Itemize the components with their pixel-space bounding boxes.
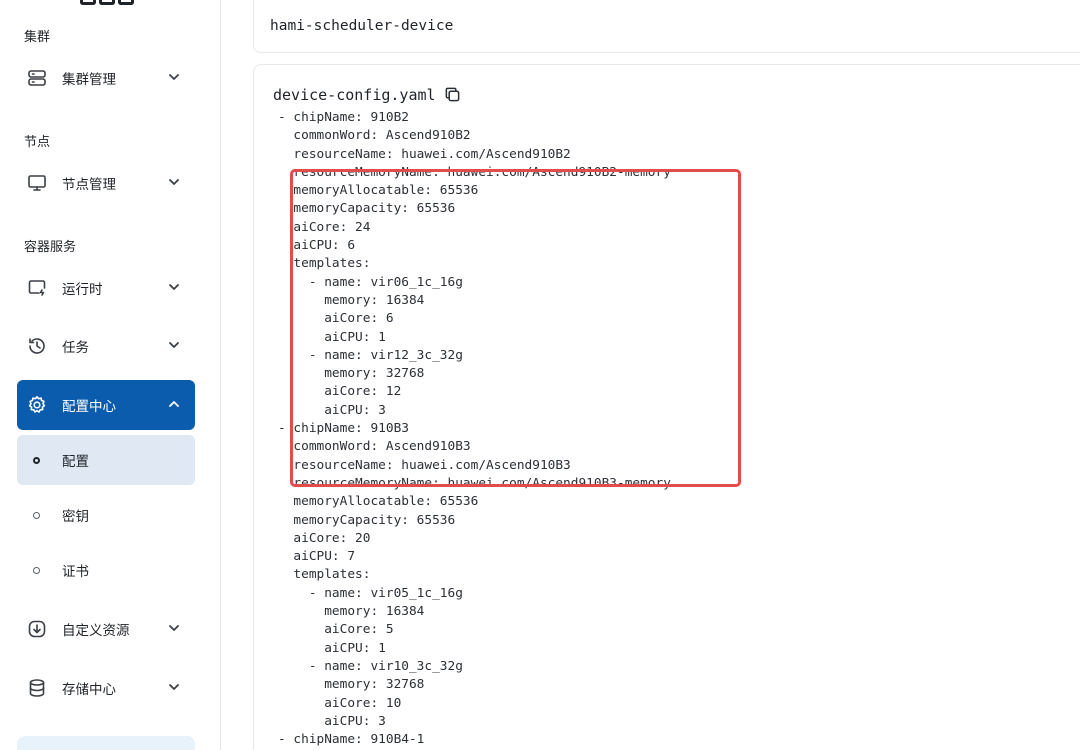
- sidebar: 集群 集群管理 节点 节点管理 容器服务 运行时 任务 配置中心 配置 密钥 证…: [0, 0, 221, 750]
- sidebar-item-tasks[interactable]: 任务: [17, 321, 195, 371]
- bullet-icon: [33, 511, 40, 519]
- sidebar-subitem-secret[interactable]: 密钥: [17, 490, 195, 540]
- yaml-line: aiCPU: 6: [278, 238, 356, 254]
- chevron-down-icon: [167, 338, 181, 352]
- file-title: device-config.yaml: [273, 86, 462, 104]
- yaml-line: - chipName: 910B4-1: [278, 732, 425, 748]
- file-name: device-config.yaml: [273, 86, 436, 104]
- yaml-line: memory: 16384: [278, 604, 425, 620]
- gear-icon: [26, 394, 48, 416]
- yaml-content: - chipName: 910B2 commonWord: Ascend910B…: [278, 109, 671, 749]
- sidebar-item-label: 运行时: [62, 282, 103, 298]
- chevron-down-icon: [167, 280, 181, 294]
- sidebar-item-storage-center[interactable]: 存储中心: [17, 663, 195, 713]
- server-icon: [26, 67, 48, 89]
- yaml-line: resourceName: huawei.com/Ascend910B2: [278, 146, 571, 162]
- sidebar-item-label: 节点管理: [62, 177, 116, 193]
- yaml-line: - chipName: 910B2: [278, 110, 409, 125]
- sidebar-item-config-center[interactable]: 配置中心: [17, 380, 195, 430]
- sidebar-item-custom-resource[interactable]: 自定义资源: [17, 604, 195, 654]
- sidebar-subitem-label: 密钥: [62, 509, 89, 525]
- chevron-down-icon: [167, 70, 181, 84]
- sidebar-subitem-label: 证书: [62, 564, 89, 580]
- yaml-line: aiCore: 5: [278, 622, 394, 638]
- yaml-line: - name: vir05_1c_16g: [278, 585, 463, 601]
- bullet-icon: [33, 566, 40, 574]
- sidebar-item-label: 集群管理: [62, 72, 116, 88]
- yaml-line: memoryAllocatable: 65536: [278, 183, 479, 199]
- yaml-line: resourceMemoryName: huawei.com/Ascend910…: [278, 164, 671, 180]
- yaml-line: - chipName: 910B3: [278, 421, 409, 437]
- yaml-line: memoryCapacity: 65536: [278, 512, 456, 528]
- chevron-up-icon: [167, 397, 181, 411]
- yaml-line: aiCPU: 3: [278, 402, 386, 418]
- sidebar-item-label: 任务: [62, 340, 89, 356]
- main-content: hami-scheduler-device device-config.yaml…: [221, 0, 1080, 750]
- yaml-line: resourceName: huawei.com/Ascend910B3: [278, 457, 571, 473]
- yaml-line: templates:: [278, 256, 371, 272]
- yaml-line: aiCore: 24: [278, 219, 371, 235]
- yaml-line: commonWord: Ascend910B2: [278, 128, 471, 144]
- yaml-line: memory: 16384: [278, 292, 425, 308]
- yaml-line: memory: 32768: [278, 677, 425, 693]
- yaml-line: memoryCapacity: 65536: [278, 201, 456, 217]
- bullet-icon: [33, 456, 40, 464]
- sidebar-item-node-management[interactable]: 节点管理: [17, 158, 195, 208]
- monitor-icon: [26, 172, 48, 194]
- section-title-cluster: 集群: [24, 30, 51, 45]
- section-title-container-service: 容器服务: [24, 240, 77, 255]
- sidebar-item-label: 配置中心: [62, 399, 116, 415]
- copy-icon[interactable]: [444, 86, 462, 104]
- sidebar-subitem-config[interactable]: 配置: [17, 435, 195, 485]
- config-data-card: device-config.yaml - chipName: 910B2 com…: [253, 64, 1080, 750]
- config-name-card: hami-scheduler-device: [253, 0, 1080, 53]
- sidebar-bottom-card: [17, 736, 195, 750]
- sidebar-subitem-certificate[interactable]: 证书: [17, 545, 195, 595]
- yaml-line: aiCPU: 3: [278, 713, 386, 729]
- yaml-line: aiCPU: 7: [278, 549, 356, 565]
- yaml-line: - name: vir12_3c_32g: [278, 347, 463, 363]
- section-title-node: 节点: [24, 135, 51, 150]
- yaml-line: - name: vir06_1c_16g: [278, 274, 463, 290]
- sidebar-item-label: 存储中心: [62, 682, 116, 698]
- chevron-down-icon: [167, 621, 181, 635]
- yaml-line: templates:: [278, 567, 371, 583]
- config-name-value: hami-scheduler-device: [270, 18, 454, 34]
- yaml-line: aiCore: 12: [278, 384, 402, 400]
- sidebar-subitem-label: 配置: [62, 454, 89, 470]
- yaml-line: memory: 32768: [278, 366, 425, 382]
- download-circle-icon: [26, 618, 48, 640]
- yaml-line: memoryAllocatable: 65536: [278, 494, 479, 510]
- sidebar-item-cluster-management[interactable]: 集群管理: [17, 53, 195, 103]
- sidebar-item-runtime[interactable]: 运行时: [17, 263, 195, 313]
- yaml-line: aiCore: 6: [278, 311, 394, 327]
- yaml-line: aiCore: 20: [278, 530, 371, 546]
- chevron-down-icon: [167, 680, 181, 694]
- sidebar-item-label: 自定义资源: [62, 623, 130, 639]
- yaml-line: resourceMemoryName: huawei.com/Ascend910…: [278, 475, 671, 491]
- yaml-line: commonWord: Ascend910B3: [278, 439, 471, 455]
- history-icon: [26, 335, 48, 357]
- database-icon: [26, 677, 48, 699]
- yaml-line: aiCPU: 1: [278, 329, 386, 345]
- runtime-icon: [26, 277, 48, 299]
- yaml-line: - name: vir10_3c_32g: [278, 658, 463, 674]
- logo: [80, 0, 140, 5]
- yaml-line: aiCPU: 1: [278, 640, 386, 656]
- chevron-down-icon: [167, 175, 181, 189]
- yaml-line: aiCore: 10: [278, 695, 402, 711]
